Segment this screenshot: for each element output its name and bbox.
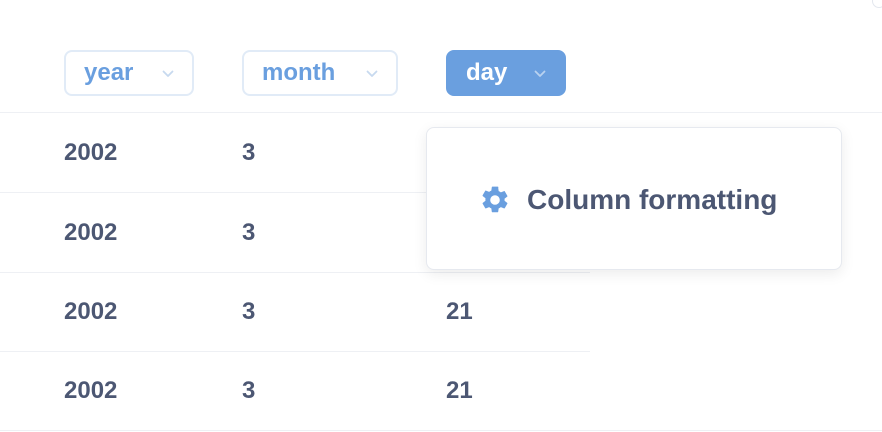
cell-year: 2002 bbox=[64, 219, 118, 246]
column-formatting-button[interactable]: Column formatting bbox=[479, 180, 777, 220]
column-header-day[interactable]: day bbox=[446, 50, 566, 96]
cell-month: 3 bbox=[242, 139, 256, 166]
row-divider bbox=[0, 430, 882, 431]
column-header-year[interactable]: year bbox=[64, 50, 194, 96]
chevron-down-icon bbox=[162, 70, 174, 77]
cell-year: 2002 bbox=[64, 139, 118, 166]
gear-icon bbox=[482, 186, 508, 213]
cell-month: 3 bbox=[242, 219, 256, 246]
column-header-row: year month day bbox=[0, 0, 882, 112]
column-header-month[interactable]: month bbox=[242, 50, 398, 96]
column-options-popover: Column formatting bbox=[426, 127, 842, 270]
cell-day: 21 bbox=[446, 298, 473, 325]
column-header-label: year bbox=[84, 59, 134, 86]
cell-month: 3 bbox=[242, 377, 256, 404]
table-row: 2002 3 21 bbox=[0, 272, 590, 352]
chevron-down-icon bbox=[534, 70, 546, 77]
cell-year: 2002 bbox=[64, 298, 118, 325]
cell-year: 2002 bbox=[64, 377, 118, 404]
column-formatting-label: Column formatting bbox=[527, 184, 778, 215]
column-header-label: day bbox=[466, 59, 508, 86]
column-header-label: month bbox=[262, 59, 336, 86]
cell-month: 3 bbox=[242, 298, 256, 325]
cell-day: 21 bbox=[446, 377, 473, 404]
chevron-down-icon bbox=[366, 70, 378, 77]
table-view: year month day 2002 3 2002 3 2002 3 21 2… bbox=[0, 0, 882, 432]
table-row: 2002 3 21 bbox=[0, 351, 882, 431]
